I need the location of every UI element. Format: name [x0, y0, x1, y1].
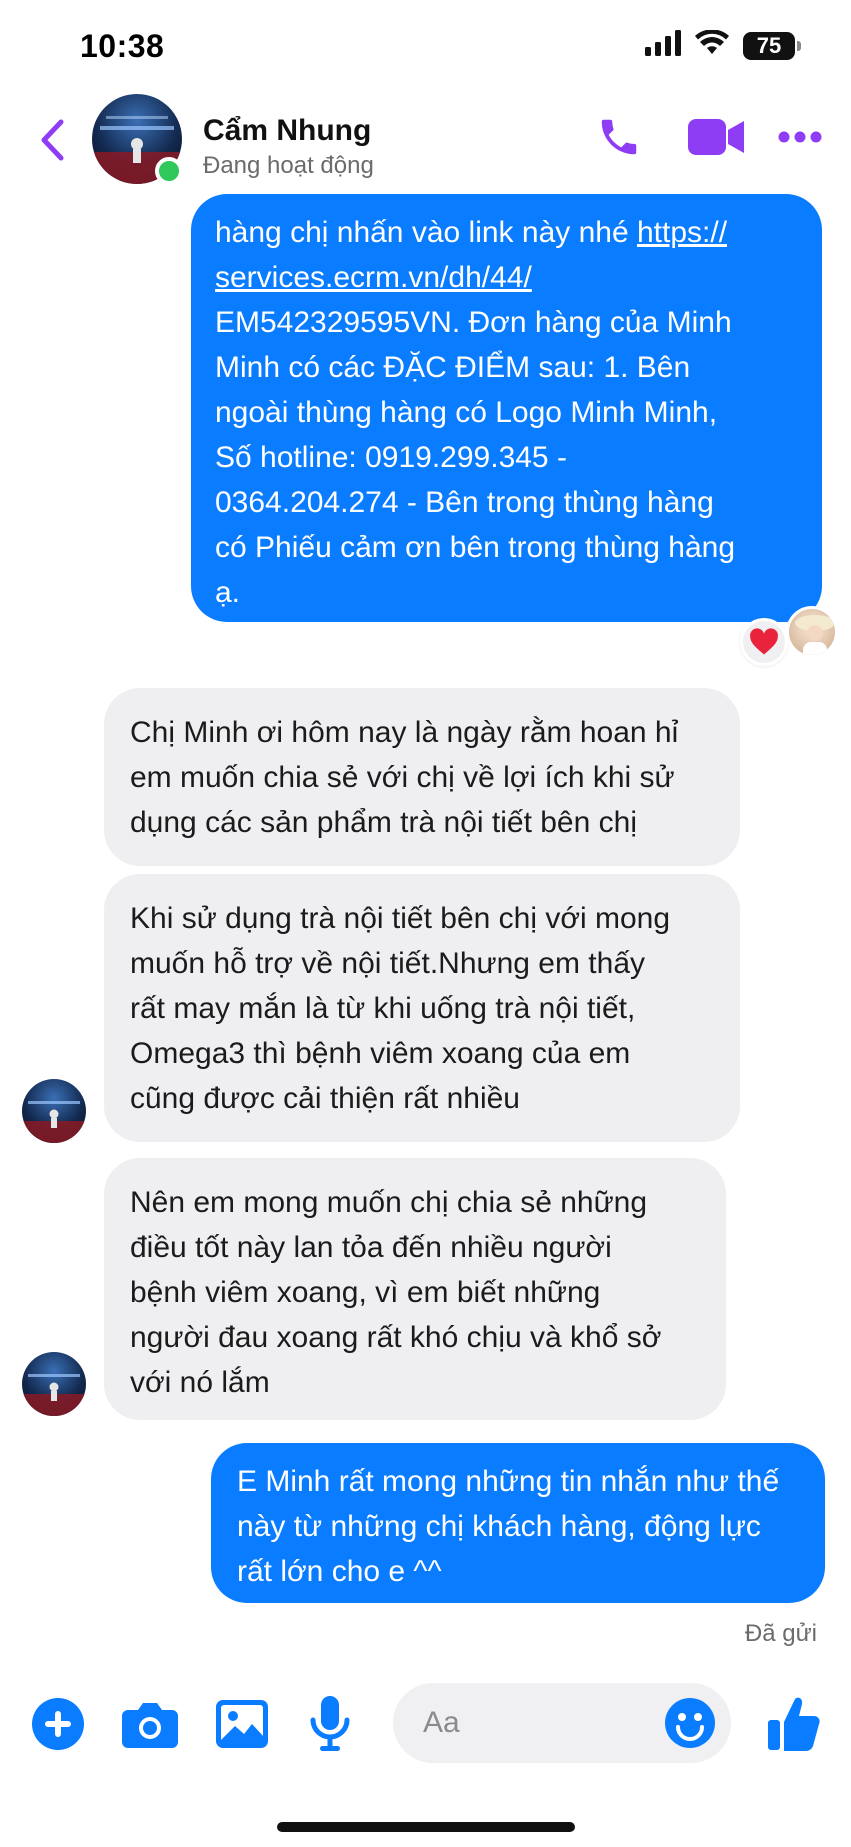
sender-avatar[interactable]: [22, 1352, 86, 1416]
message-line: Khi sử dụng trà nội tiết bên chị với mon…: [130, 902, 671, 935]
message-line: Omega3 thì bệnh viêm xoang của em: [130, 1037, 631, 1070]
message-line: có Phiếu cảm ơn bên trong thùng hàng: [215, 531, 736, 564]
more-dots-icon: [778, 131, 822, 143]
message-bubble-incoming[interactable]: Chị Minh ơi hôm nay là ngày rằm hoan hỉ …: [104, 688, 740, 866]
message-line: Số hotline: 0919.299.345 -: [215, 441, 567, 474]
video-camera-icon: [688, 119, 744, 155]
online-status-dot: [155, 157, 183, 185]
message-line: Minh có các ĐẶC ĐIỂM sau: 1. Bên: [215, 351, 691, 384]
message-line: EM542329595VN. Đơn hàng của Minh: [215, 306, 732, 339]
message-line: điều tốt này lan tỏa đến nhiều người: [130, 1231, 612, 1264]
camera-button[interactable]: [122, 1695, 178, 1753]
back-button[interactable]: [32, 112, 72, 168]
message-line: cũng được cải thiện rất nhiều: [130, 1082, 520, 1115]
read-receipt-avatar: [786, 606, 838, 658]
message-line: muốn hỗ trợ về nội tiết.Nhưng em thấy: [130, 947, 646, 980]
home-indicator: [277, 1822, 575, 1832]
message-line: Chị Minh ơi hôm nay là ngày rằm hoan hỉ: [130, 716, 679, 749]
battery-icon: 75: [743, 31, 801, 60]
like-button[interactable]: [768, 1695, 820, 1753]
plus-icon: [32, 1698, 84, 1750]
message-bubble-incoming[interactable]: Nên em mong muốn chị chia sẻ những điều …: [104, 1158, 726, 1420]
message-bubble-outgoing[interactable]: hàng chị nhấn vào link này nhé https:// …: [191, 194, 822, 622]
message-link[interactable]: https://: [637, 216, 727, 249]
message-line: ạ.: [215, 576, 241, 609]
status-icons: 75: [645, 29, 801, 61]
message-line: người đau xoang rất khó chịu và khổ sở: [130, 1321, 662, 1354]
sent-status: Đã gửi: [744, 1620, 817, 1647]
call-button[interactable]: [596, 112, 642, 162]
emoji-button[interactable]: [664, 1697, 716, 1749]
thumbs-up-icon: [768, 1697, 820, 1751]
message-bubble-outgoing[interactable]: E Minh rất mong những tin nhắn như thế n…: [211, 1443, 825, 1603]
emoji-icon: [665, 1698, 715, 1748]
message-line: rất lớn cho e ^^: [237, 1555, 442, 1588]
status-time: 10:38: [80, 28, 165, 64]
message-bubble-incoming[interactable]: Khi sử dụng trà nội tiết bên chị với mon…: [104, 874, 740, 1142]
message-line: rất may mắn là từ khi uống trà nội tiết,: [130, 992, 636, 1025]
add-button[interactable]: [32, 1695, 84, 1753]
phone-icon: [601, 119, 637, 155]
message-link[interactable]: services.ecrm.vn/dh/44/: [215, 255, 798, 300]
more-options-button[interactable]: [778, 112, 822, 162]
camera-icon: [122, 1703, 178, 1748]
message-line: 0364.204.274 - Bên trong thùng hàng: [215, 486, 714, 519]
message-line: này từ những chị khách hàng, động lực: [237, 1510, 761, 1543]
signal-icon: [645, 30, 681, 61]
contact-status: Đang hoạt động: [203, 152, 374, 179]
message-line: Nên em mong muốn chị chia sẻ những: [130, 1186, 648, 1219]
back-chevron-icon: [41, 119, 64, 161]
microphone-icon: [310, 1696, 350, 1751]
message-line: bệnh viêm xoang, vì em biết những: [130, 1276, 601, 1309]
sender-avatar[interactable]: [22, 1079, 86, 1143]
contact-name[interactable]: Cẩm Nhung: [203, 114, 371, 148]
gallery-button[interactable]: [216, 1695, 268, 1753]
heart-icon: [750, 628, 778, 655]
video-call-button[interactable]: [688, 112, 744, 162]
message-line: với nó lắm: [130, 1366, 270, 1399]
message-line: ngoài thùng hàng có Logo Minh Minh,: [215, 396, 718, 429]
message-reaction[interactable]: [740, 618, 788, 666]
photo-icon: [216, 1700, 268, 1748]
message-line: dụng các sản phẩm trà nội tiết bên chị: [130, 806, 637, 839]
voice-button[interactable]: [310, 1695, 350, 1753]
message-line: em muốn chia sẻ với chị về lợi ích khi s…: [130, 761, 675, 794]
message-line: hàng chị nhấn vào link này nhé https://: [215, 216, 728, 249]
battery-level: 75: [756, 32, 782, 58]
message-line: E Minh rất mong những tin nhắn như thế: [237, 1465, 780, 1498]
wifi-icon: [695, 29, 729, 61]
